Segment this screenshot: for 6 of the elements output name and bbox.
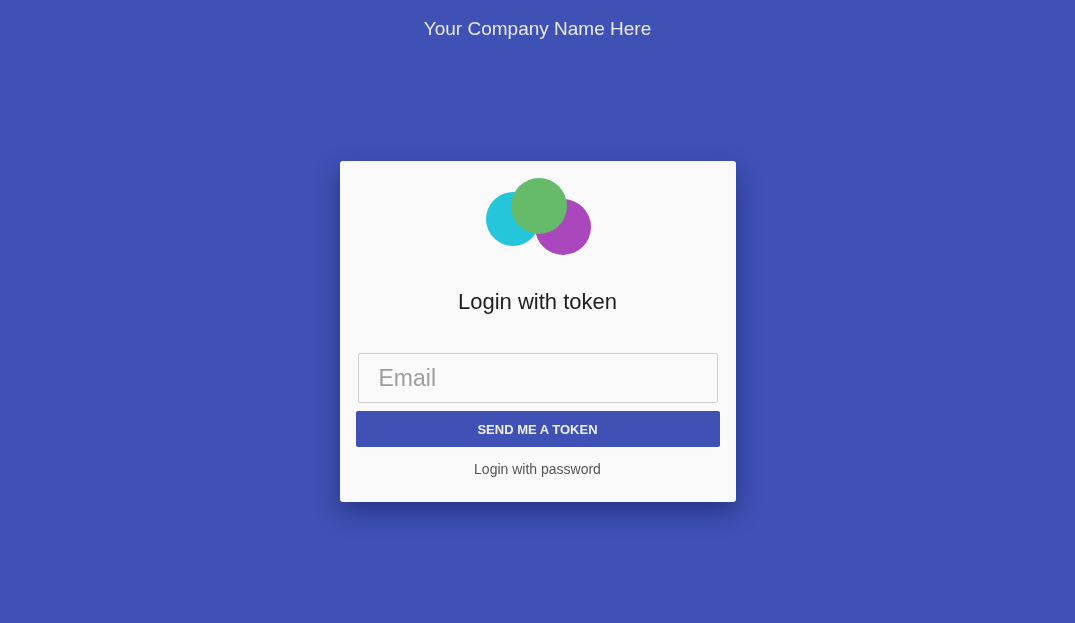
send-token-button[interactable]: SEND ME A TOKEN bbox=[355, 411, 720, 447]
password-login-link[interactable]: Login with password bbox=[474, 460, 601, 478]
overlapping-circles-logo-icon bbox=[484, 177, 591, 256]
company-name: Your Company Name Here bbox=[423, 17, 652, 41]
email-field[interactable]: Email bbox=[357, 353, 718, 403]
card-title: Login with token bbox=[458, 288, 617, 316]
